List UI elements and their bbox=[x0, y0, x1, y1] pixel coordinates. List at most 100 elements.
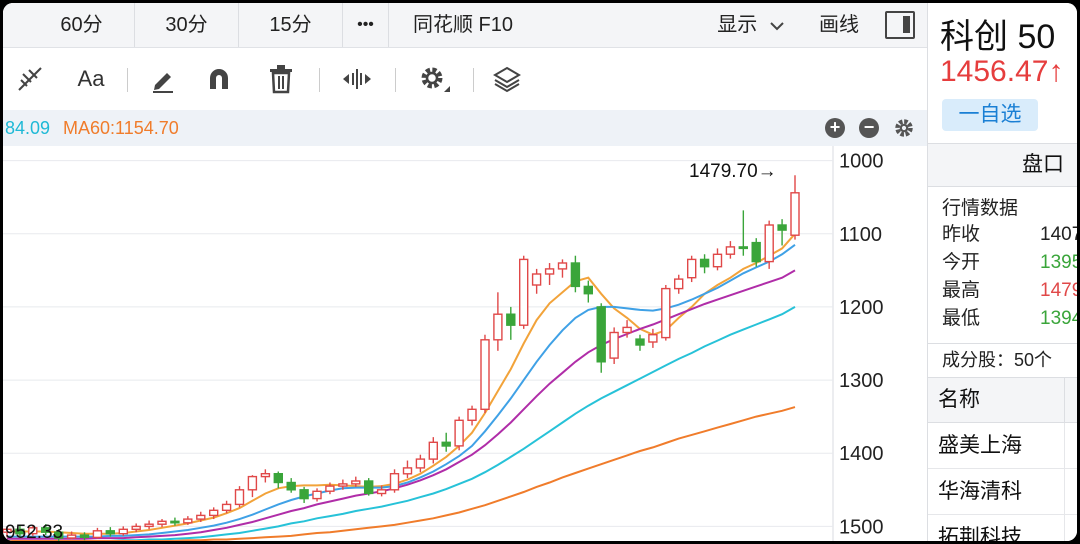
stock-price: 1456.47↑ bbox=[940, 55, 1064, 88]
candle-body bbox=[389, 473, 400, 491]
candle-body bbox=[519, 258, 529, 326]
chart-settings-icon[interactable] bbox=[891, 114, 917, 142]
magnet-icon[interactable] bbox=[199, 62, 239, 96]
candlestick-chart[interactable]: 1500 1400 1300 1200 1100 1000 1479.70→ 952.33 bbox=[3, 146, 927, 541]
display-menu[interactable]: 显示 bbox=[703, 3, 799, 47]
app-window: 60分 30分 15分 ••• 同花顺 F10 显示 画线 Aa 84.09 M… bbox=[3, 3, 1077, 541]
y-axis: 1500 1400 1300 1200 1100 1000 bbox=[839, 151, 884, 539]
candle-body bbox=[506, 313, 516, 326]
candle-body bbox=[196, 514, 206, 520]
ma-line bbox=[7, 269, 796, 540]
market-data-title: 行情数据 bbox=[942, 198, 1019, 219]
divider bbox=[395, 68, 396, 92]
quote-panel: 科创 50 1456.47↑ 一自选 盘口 行情数据 昨收 1407 今开 13… bbox=[927, 3, 1077, 541]
candle-body bbox=[260, 473, 271, 478]
trash-icon[interactable] bbox=[261, 62, 301, 96]
y-tick-label: 1400 bbox=[839, 443, 884, 465]
range-width-icon[interactable] bbox=[337, 62, 377, 96]
candle-body bbox=[234, 489, 245, 506]
list-header-name[interactable]: 名称 bbox=[928, 377, 1077, 424]
period-tabbar: 60分 30分 15分 ••• 同花顺 F10 显示 画线 bbox=[3, 3, 927, 48]
candle-body bbox=[648, 333, 658, 343]
tab-15min[interactable]: 15分 bbox=[239, 3, 343, 47]
candle-body bbox=[609, 331, 619, 359]
y-tick-label: 1500 bbox=[839, 516, 884, 538]
chart-pane: 60分 30分 15分 ••• 同花顺 F10 显示 画线 Aa 84.09 M… bbox=[3, 3, 927, 541]
divider bbox=[127, 68, 128, 92]
candle-body bbox=[415, 458, 426, 469]
tab-60min[interactable]: 60分 bbox=[29, 3, 135, 47]
chart-canvas: 1500 1400 1300 1200 1100 1000 1479.70→ 952.33 bbox=[3, 146, 884, 541]
quote-label: 今开 bbox=[942, 252, 981, 273]
ma-line bbox=[7, 306, 796, 541]
add-watchlist-button[interactable]: 一自选 bbox=[942, 99, 1038, 131]
display-label: 显示 bbox=[717, 14, 758, 36]
candle-body bbox=[144, 523, 154, 528]
candle-body bbox=[183, 518, 193, 524]
zoom-out-icon[interactable]: − bbox=[859, 118, 879, 138]
candle-body bbox=[790, 192, 800, 236]
pankou-tab[interactable]: 盘口 bbox=[928, 143, 1077, 187]
high-marker: 1479.70→ bbox=[689, 161, 777, 182]
quote-row-prev-close: 昨收 1407 bbox=[942, 221, 1077, 249]
quote-value: 1407 bbox=[1040, 224, 1077, 245]
candle-body bbox=[480, 339, 490, 411]
candle-body bbox=[467, 408, 477, 421]
candle-body bbox=[674, 278, 684, 290]
candle-body bbox=[105, 530, 116, 535]
y-tick-label: 1000 bbox=[839, 151, 884, 173]
candle-body bbox=[699, 258, 710, 268]
candle-body bbox=[312, 490, 322, 500]
ma60-value: MA60:1154.70 bbox=[63, 118, 179, 138]
y-tick-label: 1100 bbox=[839, 224, 882, 246]
candle-body bbox=[157, 520, 167, 525]
ma-legend-bar: 84.09 MA60:1154.70 + − bbox=[3, 110, 927, 146]
candle-body bbox=[170, 520, 180, 524]
constituents-count[interactable]: 成分股：50个 bbox=[928, 343, 1077, 377]
more-tabs-button[interactable]: ••• bbox=[343, 3, 389, 47]
zoom-in-icon[interactable]: + bbox=[825, 118, 845, 138]
candle-body bbox=[544, 268, 555, 275]
candle-body bbox=[570, 262, 581, 288]
candle-body bbox=[247, 475, 258, 491]
divider bbox=[473, 68, 474, 92]
candle-body bbox=[764, 224, 774, 263]
candle-body bbox=[557, 262, 568, 270]
candle-body bbox=[376, 489, 387, 495]
candle-body bbox=[777, 224, 787, 231]
candle-body bbox=[493, 313, 503, 341]
fibonacci-tool-icon[interactable] bbox=[11, 62, 51, 96]
candle-body bbox=[712, 253, 723, 268]
list-item[interactable]: 盛美上海 bbox=[928, 423, 1077, 469]
candle-body bbox=[299, 489, 309, 500]
tab-30min[interactable]: 30分 bbox=[135, 3, 239, 47]
candle-body bbox=[661, 287, 671, 339]
candle-body bbox=[402, 467, 413, 475]
quote-row-low: 最低 1394 bbox=[942, 305, 1077, 333]
quote-value: 1394 bbox=[1040, 308, 1077, 329]
quote-label: 最低 bbox=[942, 308, 981, 329]
quote-value: 1479 bbox=[1040, 280, 1077, 301]
y-tick-label: 1300 bbox=[839, 370, 884, 392]
ma-cut-value: 84.09 bbox=[5, 118, 51, 138]
draw-line-button[interactable]: 画线 bbox=[799, 3, 879, 47]
candle-body bbox=[351, 480, 361, 485]
candle-body bbox=[221, 503, 232, 511]
divider bbox=[319, 68, 320, 92]
candle-body bbox=[338, 483, 348, 487]
list-item[interactable]: 华海清科 bbox=[928, 469, 1077, 515]
layers-icon[interactable] bbox=[487, 62, 527, 96]
candle-body bbox=[79, 534, 90, 539]
tab-f10[interactable]: 同花顺 F10 bbox=[389, 3, 537, 47]
stock-name: 科创 50 bbox=[940, 18, 1056, 56]
candle-body bbox=[325, 485, 335, 492]
quote-label: 最高 bbox=[942, 280, 981, 301]
split-view-icon[interactable] bbox=[885, 11, 915, 39]
pen-icon[interactable] bbox=[143, 62, 183, 96]
quote-label: 昨收 bbox=[942, 224, 981, 245]
candle-body bbox=[454, 419, 464, 447]
text-tool[interactable]: Aa bbox=[63, 62, 119, 96]
list-item[interactable]: 拓荆科技 bbox=[928, 515, 1077, 541]
gear-icon[interactable] bbox=[413, 62, 457, 96]
candle-body bbox=[273, 473, 283, 484]
